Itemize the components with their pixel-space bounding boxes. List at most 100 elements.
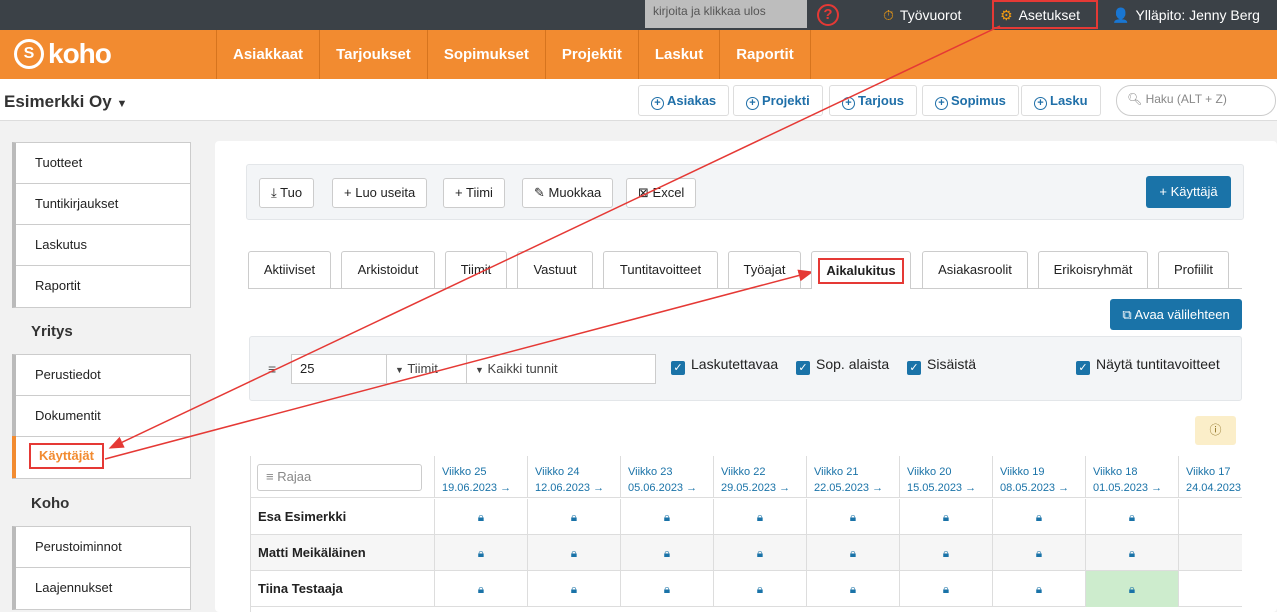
checkbox-sisaista[interactable]: ✓ Sisäistä (907, 356, 976, 375)
sidebar-group-settings: Tuotteet Tuntikirjaukset Laskutus Raport… (12, 142, 191, 308)
tab-tuntitavoitteet[interactable]: Tuntitavoitteet (603, 251, 718, 288)
checkbox-nayta-tuntitavoitteet[interactable]: ✓ Näytä tuntitavoitteet (1076, 356, 1220, 375)
lock-cell[interactable] (1178, 571, 1242, 607)
team-select[interactable]: ▼ Tiimit (386, 354, 467, 384)
lock-cell[interactable]: 🔒︎ (620, 535, 713, 571)
week-header[interactable]: Viikko 23 05.06.2023 → (620, 456, 713, 498)
week-header[interactable]: Viikko 20 15.05.2023 → (899, 456, 992, 498)
quick-label: Projekti (762, 93, 810, 108)
tab-aikalukitus[interactable]: Aikalukitus (811, 251, 911, 289)
lock-cell[interactable]: 🔒︎ (992, 499, 1085, 535)
quick-add-lasku[interactable]: + Lasku (1021, 85, 1101, 116)
sidebar-item-perustoiminnot[interactable]: Perustoiminnot (16, 527, 190, 568)
nav-asiakkaat[interactable]: Asiakkaat (217, 30, 321, 79)
tab-vastuut[interactable]: Vastuut (517, 251, 593, 288)
plus-icon: + (455, 185, 463, 200)
info-button[interactable]: ⓘ (1195, 416, 1236, 445)
tab-arkistoidut[interactable]: Arkistoidut (341, 251, 435, 288)
help-icon[interactable]: ? (817, 4, 839, 26)
tab-asiakasroolit[interactable]: Asiakasroolit (922, 251, 1028, 288)
sidebar-item-tuotteet[interactable]: Tuotteet (16, 143, 190, 184)
week-header[interactable]: Viikko 22 29.05.2023 → (713, 456, 806, 498)
nav-tarjoukset[interactable]: Tarjoukset (320, 30, 428, 79)
company-name: Esimerkki Oy (4, 92, 112, 111)
top-search-input[interactable]: kirjoita ja klikkaa ulos (645, 0, 807, 28)
week-header[interactable]: Viikko 24 12.06.2023 → (527, 456, 620, 498)
tab-erikoisryhmat[interactable]: Erikoisryhmät (1038, 251, 1148, 288)
grid-filter-input[interactable]: ≡ Rajaa (257, 464, 422, 491)
lock-cell[interactable]: 🔒︎ (992, 571, 1085, 607)
logo[interactable]: S koho (14, 38, 112, 70)
sidebar-item-perustiedot[interactable]: Perustiedot (16, 355, 190, 396)
week-header[interactable]: Viikko 25 19.06.2023 → (434, 456, 527, 498)
lock-cell[interactable]: 🔒︎ (434, 499, 527, 535)
lock-cell[interactable]: 🔒︎ (434, 571, 527, 607)
sidebar-item-kayttajat[interactable]: Käyttäjät (16, 437, 190, 478)
lock-cell[interactable]: 🔒︎ (713, 535, 806, 571)
sidebar-item-raportit[interactable]: Raportit (16, 266, 190, 307)
lock-cell[interactable]: 🔒︎ (1085, 499, 1178, 535)
lock-cell[interactable]: 🔒︎ (527, 499, 620, 535)
week-header[interactable]: Viikko 18 01.05.2023 → (1085, 456, 1178, 498)
lock-cell[interactable]: 🔒︎ (806, 571, 899, 607)
team-button[interactable]: + Tiimi (443, 178, 505, 208)
settings-link[interactable]: ⚙ Asetukset (992, 0, 1098, 29)
lock-cell[interactable]: 🔒︎ (1085, 535, 1178, 571)
nav-sopimukset[interactable]: Sopimukset (428, 30, 546, 79)
edit-button[interactable]: ✎ Muokkaa (522, 178, 614, 208)
checkbox-sop-alaista[interactable]: ✓ Sop. alaista (796, 356, 889, 375)
nav-laskut[interactable]: Laskut (639, 30, 721, 79)
lock-cell[interactable]: 🔒︎ (713, 571, 806, 607)
lock-cell[interactable]: 🔒︎ (527, 535, 620, 571)
sidebar-item-tuntikirjaukset[interactable]: Tuntikirjaukset (16, 184, 190, 225)
import-button[interactable]: ⤓ Tuo (259, 178, 315, 208)
lock-cell[interactable] (1178, 499, 1242, 535)
quick-add-asiakas[interactable]: + Asiakas (638, 85, 730, 116)
lock-cell[interactable]: 🔒︎ (620, 499, 713, 535)
lock-cell[interactable]: 🔒︎ (434, 535, 527, 571)
lock-cell[interactable] (1178, 535, 1242, 571)
company-selector[interactable]: Esimerkki Oy ▼ (4, 92, 127, 112)
admin-user[interactable]: 👤 Ylläpito: Jenny Berg (1112, 0, 1260, 30)
quick-add-sopimus[interactable]: + Sopimus (922, 85, 1019, 116)
open-in-tab-button[interactable]: ⧉ Avaa välilehteen (1110, 299, 1242, 330)
quick-label: Asiakas (667, 93, 717, 108)
lock-cell[interactable]: 🔒︎ (899, 535, 992, 571)
quick-add-tarjous[interactable]: + Tarjous (829, 85, 917, 116)
add-user-button[interactable]: + Käyttäjä (1146, 176, 1231, 208)
sort-icon[interactable]: ≡ (268, 361, 276, 377)
tab-profiilit[interactable]: Profiilit (1158, 251, 1229, 288)
global-search-input[interactable]: 🔍︎ Haku (ALT + Z) (1116, 85, 1276, 116)
week-header[interactable]: Viikko 19 08.05.2023 → (992, 456, 1085, 498)
lock-icon: 🔒︎ (1035, 582, 1043, 596)
lock-icon: 🔒︎ (1128, 510, 1136, 524)
lock-cell[interactable]: 🔒︎ (527, 571, 620, 607)
nav-raportit[interactable]: Raportit (720, 30, 811, 79)
lock-cell[interactable]: 🔒︎ (899, 571, 992, 607)
lock-cell[interactable]: 🔒︎ (992, 535, 1085, 571)
sidebar-item-dokumentit[interactable]: Dokumentit (16, 396, 190, 437)
quick-add-projekti[interactable]: + Projekti (733, 85, 823, 116)
lock-cell[interactable]: 🔒︎ (620, 571, 713, 607)
shifts-link[interactable]: ⏱ Työvuorot (883, 0, 961, 30)
checkbox-laskutettavaa[interactable]: ✓ Laskutettavaa (671, 356, 778, 375)
week-header[interactable]: Viikko 17 24.04.2023 (1178, 456, 1242, 498)
lock-cell[interactable]: 🔒︎ (1085, 571, 1178, 607)
sidebar-item-laajennukset[interactable]: Laajennukset (16, 568, 190, 609)
nav-projektit[interactable]: Projektit (546, 30, 639, 79)
lock-cell[interactable]: 🔒︎ (713, 499, 806, 535)
excel-button[interactable]: ⊠ Excel (626, 178, 697, 208)
lock-cell[interactable]: 🔒︎ (806, 535, 899, 571)
tab-tyoajat[interactable]: Työajat (728, 251, 801, 288)
hours-select[interactable]: ▼ Kaikki tunnit (466, 354, 656, 384)
download-icon: ⤓ (271, 185, 277, 200)
week-date: 12.06.2023 → (535, 482, 605, 494)
sidebar-item-laskutus[interactable]: Laskutus (16, 225, 190, 266)
lock-cell[interactable]: 🔒︎ (899, 499, 992, 535)
page-size-input[interactable]: 25 (291, 354, 387, 384)
create-many-button[interactable]: + Luo useita (332, 178, 428, 208)
tab-aktiiviset[interactable]: Aktiiviset (248, 251, 331, 288)
week-header[interactable]: Viikko 21 22.05.2023 → (806, 456, 899, 498)
tab-tiimit[interactable]: Tiimit (445, 251, 507, 288)
lock-cell[interactable]: 🔒︎ (806, 499, 899, 535)
